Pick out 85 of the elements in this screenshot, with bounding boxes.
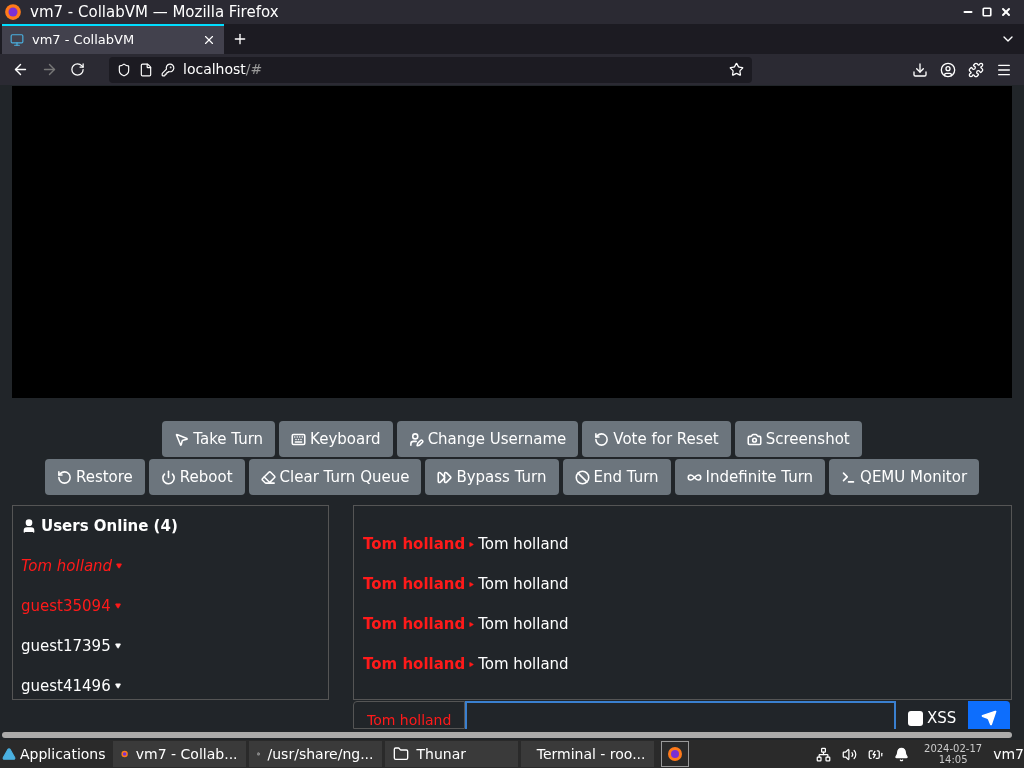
chat-username-label: Tom holland [353,701,465,729]
toolbar-button[interactable]: Indefinite Turn [674,459,826,495]
shield-icon [117,62,131,77]
toolbar-button[interactable]: Clear Turn Queue [248,459,422,495]
chat-username: Tom holland [363,573,466,595]
button-icon [594,431,610,447]
caret-icon [469,581,475,587]
close-icon[interactable] [1000,6,1012,18]
chat-username: Tom holland [363,653,466,675]
button-icon [437,469,453,485]
caret-icon [114,683,121,689]
chat-input-field[interactable] [465,701,896,729]
hostname: vm7 [993,744,1024,764]
url-text: localhost/# [183,60,264,79]
user-item[interactable]: guest17395 [21,636,328,656]
chat-message: Tom holland [478,533,569,555]
caret-icon [114,603,121,609]
notification-icon[interactable] [894,746,910,762]
button-icon [174,431,190,447]
caret-icon [469,661,475,667]
toolbar-button[interactable]: Screenshot [734,421,862,457]
user-item[interactable]: guest35094 [21,596,328,616]
browser-tab[interactable]: vm7 - CollabVM [2,24,224,54]
toolbar-button[interactable]: QEMU Monitor [829,459,980,495]
firefox-launcher[interactable] [660,741,689,767]
button-icon [56,469,72,485]
firefox-logo-icon [666,746,683,762]
reload-icon[interactable] [70,62,85,77]
toolbar-button[interactable]: Keyboard [279,421,393,457]
applications-menu[interactable]: Applications [0,743,110,765]
network-icon[interactable] [816,746,832,762]
user-item[interactable]: Tom holland [21,556,328,576]
close-tab-icon[interactable] [202,33,216,47]
button-icon [574,469,590,485]
page-icon [139,62,153,77]
caret-icon [114,643,121,649]
chat-username: Tom holland [363,613,466,635]
new-tab-icon[interactable] [232,31,248,47]
taskbar-task[interactable]: vm7 - Collab... [112,741,246,767]
toolbar-button[interactable]: End Turn [562,459,671,495]
tab-label: vm7 - CollabVM [32,31,136,50]
caret-icon [469,621,475,627]
download-icon[interactable] [912,61,928,78]
firefox-logo-icon [4,3,22,21]
extensions-icon[interactable] [968,61,984,78]
send-button[interactable] [968,701,1011,729]
chat-username: Tom holland [363,533,466,555]
chat-message: Tom holland [478,613,569,635]
chat-message: Tom holland [478,573,569,595]
users-online-heading: Users Online (4) [41,515,178,537]
button-icon [746,431,762,447]
address-bar[interactable]: localhost/# [109,56,752,83]
button-icon [160,469,176,485]
taskbar-task[interactable]: Terminal - roo... [520,741,654,767]
key-icon [161,62,175,77]
send-icon [981,710,998,726]
toolbar-button[interactable]: Reboot [148,459,245,495]
back-icon[interactable] [12,61,29,78]
taskbar-task[interactable]: /usr/share/ng... [248,741,382,767]
volume-icon[interactable] [842,746,858,762]
chat-message: Tom holland [478,653,569,675]
window-title: vm7 - CollabVM — Mozilla Firefox [30,1,280,23]
xss-checkbox[interactable]: XSS [896,701,969,729]
clock[interactable]: 2024-02-17 14:05 [924,743,983,765]
maximize-icon[interactable] [982,7,992,17]
account-icon[interactable] [940,61,956,78]
taskbar-task[interactable]: Thunar [384,741,518,767]
toolbar-button[interactable]: Bypass Turn [425,459,559,495]
user-icon [21,518,37,534]
horizontal-scrollbar[interactable] [2,732,1012,738]
button-icon [841,469,857,485]
button-icon [260,469,276,485]
toolbar-button[interactable]: Restore [44,459,145,495]
forward-icon[interactable] [41,61,58,78]
caret-icon [469,541,475,547]
toolbar-button[interactable]: Vote for Reset [582,421,731,457]
toolbar-button[interactable]: Change Username [396,421,579,457]
button-icon [408,431,424,447]
toolbar-button[interactable]: Take Turn [162,421,276,457]
launcher-icon [2,747,16,761]
caret-icon [116,563,123,569]
monitor-icon [10,33,24,47]
bookmark-star-icon[interactable] [729,62,744,77]
button-icon [291,431,307,447]
user-item[interactable]: guest41496 [21,676,328,696]
